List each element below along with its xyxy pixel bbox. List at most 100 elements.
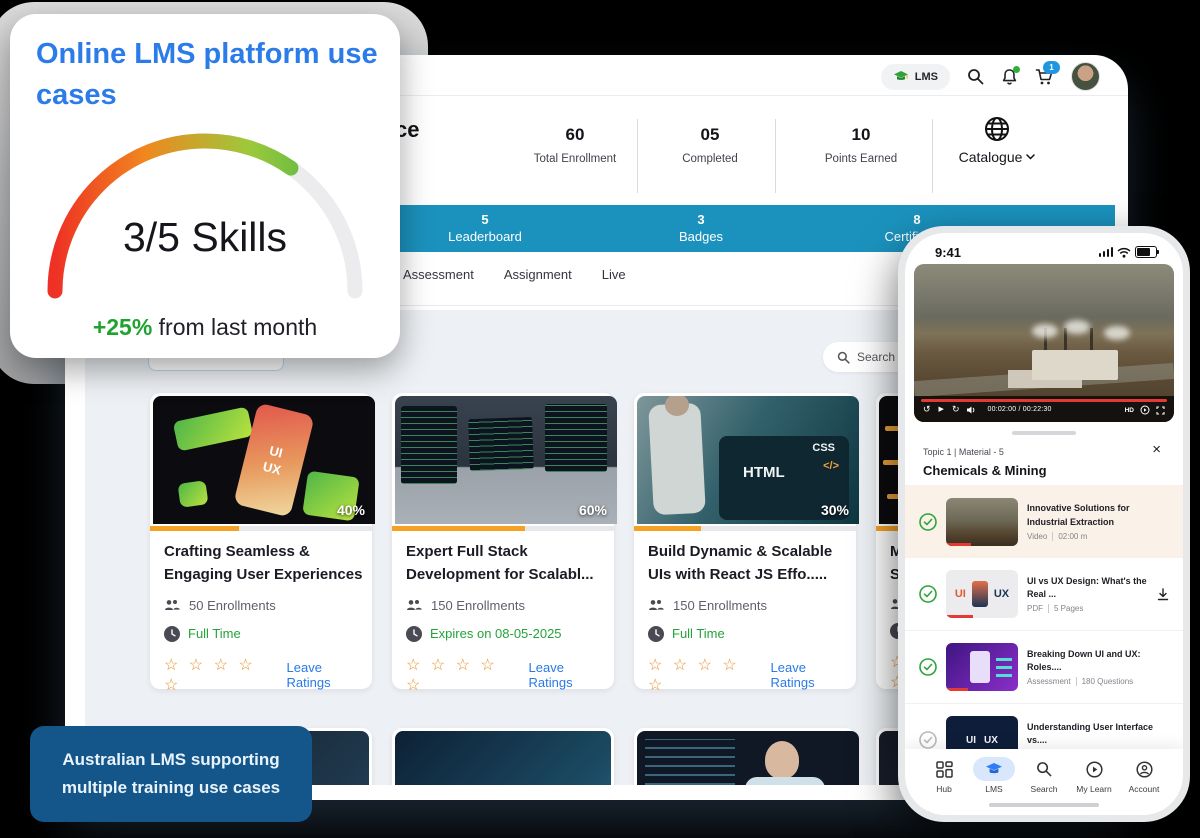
star-rating[interactable]: ☆ ☆ ☆ ☆ ☆	[164, 655, 273, 695]
star-rating[interactable]: ☆ ☆ ☆ ☆ ☆	[406, 655, 515, 695]
composite-screenshot: LMS 1 ce 60 Total Enrollment	[0, 0, 1200, 838]
people-icon	[648, 599, 665, 611]
nav-item-account[interactable]: Account	[1121, 757, 1167, 794]
duration-row: Expires on 08-05-2025	[406, 626, 606, 642]
content-tabs: Assessment Assignment Live	[403, 267, 626, 282]
stat-value: 60	[510, 125, 640, 145]
gauge-value: 3/5 Skills	[10, 214, 400, 261]
material-meta: PDF5 Pages	[1027, 604, 1148, 613]
catalogue-label: Catalogue	[959, 149, 1023, 165]
stat-points-earned: 10 Points Earned	[796, 125, 926, 165]
graduation-cap-icon	[985, 762, 1003, 777]
video-progress-bar[interactable]	[921, 399, 1167, 402]
enrollments-row: 150 Enrollments	[406, 598, 606, 613]
fullscreen-icon[interactable]	[1156, 406, 1165, 415]
course-title: Build Dynamic & ScalableUIs with React J…	[648, 540, 848, 587]
search-icon	[1036, 761, 1052, 777]
phone-mockup: 9:41 ↺ ▶ ↻ 00:02	[898, 226, 1190, 822]
tab-live[interactable]: Live	[602, 267, 626, 282]
progress-fill	[634, 526, 701, 531]
home-indicator[interactable]	[989, 803, 1099, 807]
clock-icon	[164, 626, 180, 642]
graduation-cap-icon	[893, 70, 909, 84]
course-title: Expert Full StackDevelopment for Scalabl…	[406, 540, 606, 587]
rating-row: ☆ ☆ ☆ ☆ ☆ Leave Ratings	[648, 655, 848, 695]
badges-counter[interactable]: 3 Badges	[616, 212, 786, 244]
check-circle-icon	[919, 731, 937, 749]
material-meta: Video02:00 m	[1027, 532, 1169, 541]
material-thumbnail	[946, 643, 1018, 691]
course-card[interactable]: HTMLCSS</> 30% Build Dynamic & ScalableU…	[634, 393, 856, 689]
progress-badge: 60%	[579, 502, 607, 518]
tab-assignment[interactable]: Assignment	[504, 267, 572, 282]
topic-title: Chemicals & Mining	[923, 463, 1047, 478]
search-label: Search	[857, 350, 895, 364]
battery-icon	[1135, 246, 1157, 258]
course-image: UIUX 40%	[153, 396, 375, 524]
volume-icon[interactable]	[967, 406, 976, 414]
play-icon[interactable]: ▶	[939, 406, 944, 413]
autoplay-icon[interactable]	[1140, 405, 1150, 415]
nav-item-my-learn[interactable]: My Learn	[1071, 757, 1117, 794]
notification-dot	[1013, 66, 1020, 73]
people-icon	[406, 599, 423, 611]
search-icon[interactable]	[967, 68, 984, 85]
course-card[interactable]: 60% Expert Full StackDevelopment for Sca…	[392, 393, 614, 689]
signal-icon	[1099, 247, 1114, 257]
user-avatar[interactable]	[1071, 62, 1100, 91]
star-rating[interactable]: ☆ ☆ ☆ ☆ ☆	[648, 655, 757, 695]
nav-item-hub[interactable]: Hub	[921, 757, 967, 794]
course-image	[395, 731, 611, 785]
caption-banner: Australian LMS supporting multiple train…	[30, 726, 312, 822]
course-card[interactable]	[392, 728, 614, 785]
nav-item-search[interactable]: Search	[1021, 757, 1067, 794]
close-icon[interactable]: ×	[1152, 441, 1161, 458]
material-thumbnail	[946, 498, 1018, 546]
people-icon	[164, 599, 181, 611]
tab-assessment[interactable]: Assessment	[403, 267, 474, 282]
leave-ratings-link[interactable]: Leave Ratings	[529, 660, 606, 690]
video-controls: ↺ ▶ ↻ 00:02:00 / 00:22:30 HD	[914, 396, 1174, 422]
nav-item-lms[interactable]: LMS	[971, 757, 1017, 794]
stat-completed: 05 Completed	[645, 125, 775, 165]
enrollments-row: 50 Enrollments	[164, 598, 364, 613]
enrollments-label: 50 Enrollments	[189, 598, 276, 613]
leave-ratings-link[interactable]: Leave Ratings	[287, 660, 364, 690]
replay-icon[interactable]: ↺	[923, 405, 931, 414]
rating-row: ☆ ☆ ☆ ☆ ☆ Leave Ratings	[164, 655, 364, 695]
stat-label: Total Enrollment	[510, 153, 640, 165]
bottom-navbar: Hub LMS Search My Learn	[905, 749, 1183, 815]
divider	[637, 119, 638, 193]
download-icon[interactable]	[1157, 588, 1169, 601]
progress-fill	[150, 526, 239, 531]
rotate-icon[interactable]: ↻	[952, 405, 960, 414]
material-thumbnail: UIUX	[946, 570, 1018, 618]
video-player[interactable]: ↺ ▶ ↻ 00:02:00 / 00:22:30 HD	[914, 264, 1174, 422]
industrial-plant-graphic	[1032, 350, 1118, 380]
list-item[interactable]: Innovative Solutions for Industrial Extr…	[905, 485, 1183, 558]
course-card[interactable]: UIUX 40% Crafting Seamless &Engaging Use…	[150, 393, 372, 689]
duration-row: Full Time	[648, 626, 848, 642]
list-item[interactable]: Breaking Down UI and UX: Roles.... Asses…	[905, 631, 1183, 704]
notifications-bell-icon[interactable]	[1001, 68, 1018, 86]
check-circle-icon	[919, 513, 937, 531]
list-item[interactable]: UIUX UI vs UX Design: What's the Real ..…	[905, 558, 1183, 631]
breadcrumb: Topic 1 | Material - 5	[923, 447, 1004, 457]
catalogue-dropdown[interactable]: Catalogue	[932, 115, 1062, 167]
sheet-drag-handle[interactable]	[1012, 431, 1076, 435]
leave-ratings-link[interactable]: Leave Ratings	[771, 660, 848, 690]
play-circle-icon	[1086, 761, 1103, 778]
cart-icon[interactable]: 1	[1035, 68, 1054, 86]
skills-gauge-card: Online LMS platform usecases 3/5 Skills …	[10, 14, 400, 358]
hd-icon[interactable]: HD	[1125, 407, 1134, 414]
course-card[interactable]	[634, 728, 856, 785]
phone-screen: 9:41 ↺ ▶ ↻ 00:02	[905, 233, 1183, 815]
grid-icon	[936, 761, 953, 778]
person-circle-icon	[1136, 761, 1153, 778]
leaderboard-counter[interactable]: 5 Leaderboard	[400, 212, 570, 244]
progress-bar	[392, 526, 614, 531]
progress-badge: 30%	[821, 502, 849, 518]
course-image	[637, 731, 859, 785]
lms-logo-pill[interactable]: LMS	[881, 64, 950, 90]
progress-fill	[392, 526, 525, 531]
